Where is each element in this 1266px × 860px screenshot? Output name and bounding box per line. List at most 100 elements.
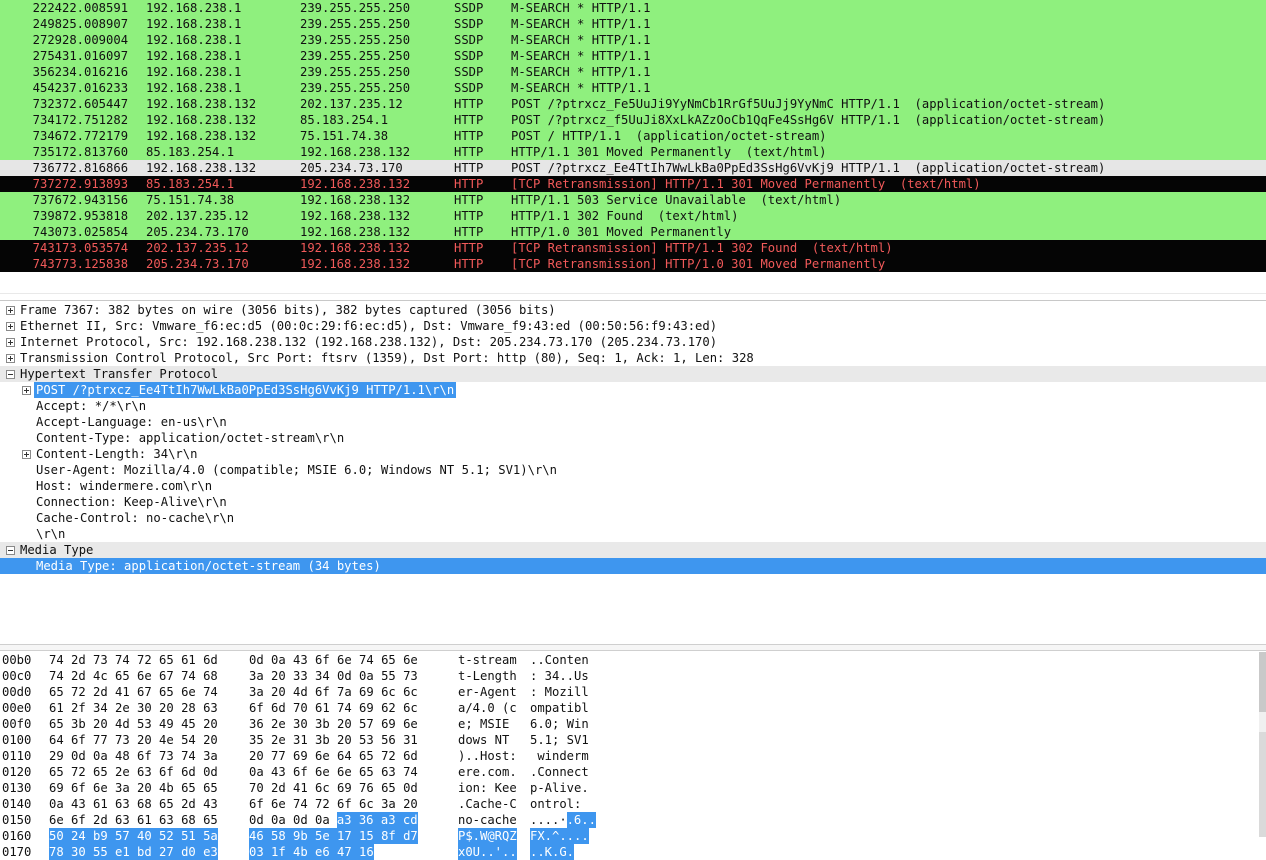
hex-bytes-first-half[interactable]: 0a 43 61 63 68 65 2d 43	[49, 796, 218, 812]
detail-tree-item[interactable]: Cache-Control: no-cache\r\n	[0, 510, 1266, 526]
pane-splitter-bottom[interactable]	[0, 644, 1266, 652]
detail-tree-item[interactable]: Frame 7367: 382 bytes on wire (3056 bits…	[0, 302, 1266, 318]
hex-bytes-second-half[interactable]: 3a 20 33 34 0d 0a 55 73	[249, 668, 418, 684]
ascii-first-half[interactable]: x0U..'..	[458, 844, 517, 860]
ascii-first-half[interactable]: P$.W@RQZ	[458, 828, 517, 844]
packet-row[interactable]: 7430 73.025854 205.234.73.170 192.168.238.1…	[0, 224, 1266, 240]
collapse-icon[interactable]	[6, 370, 15, 379]
hex-bytes-first-half[interactable]: 64 6f 77 73 20 4e 54 20	[49, 732, 218, 748]
collapse-icon[interactable]	[6, 546, 15, 555]
ascii-second-half[interactable]: ontrol:	[530, 796, 589, 812]
hex-bytes-second-half[interactable]: 20 77 69 6e 64 65 72 6d	[249, 748, 418, 764]
ascii-second-half[interactable]: ompatibl	[530, 700, 589, 716]
packet-row[interactable]: 7431 73.053574 202.137.235.12 192.168.238.1…	[0, 240, 1266, 256]
detail-tree-item[interactable]: Internet Protocol, Src: 192.168.238.132 …	[0, 334, 1266, 350]
packet-row[interactable]: 7341 72.751282 192.168.238.132 85.183.254.1…	[0, 112, 1266, 128]
hex-bytes-first-half[interactable]: 69 6f 6e 3a 20 4b 65 65	[49, 780, 218, 796]
hex-bytes-first-half[interactable]: 65 3b 20 4d 53 49 45 20	[49, 716, 218, 732]
packet-details-pane[interactable]: Frame 7367: 382 bytes on wire (3056 bits…	[0, 300, 1266, 645]
ascii-first-half[interactable]: no-cache	[458, 812, 517, 828]
hex-bytes-first-half[interactable]: 50 24 b9 57 40 52 51 5a	[49, 828, 218, 844]
hex-bytes-first-half[interactable]: 65 72 2d 41 67 65 6e 74	[49, 684, 218, 700]
detail-tree-item[interactable]: \r\n	[0, 526, 1266, 542]
ascii-first-half[interactable]: ere.com.	[458, 764, 517, 780]
hex-bytes-second-half[interactable]: 6f 6d 70 61 74 69 62 6c	[249, 700, 418, 716]
detail-tree-item[interactable]: Media Type: application/octet-stream (34…	[0, 558, 1266, 574]
expand-icon[interactable]	[22, 386, 31, 395]
detail-tree-item[interactable]: Content-Length: 34\r\n	[0, 446, 1266, 462]
ascii-first-half[interactable]: e; MSIE	[458, 716, 517, 732]
packet-row[interactable]: 7376 72.943156 75.151.74.38 192.168.238.132…	[0, 192, 1266, 208]
hex-scrollbar-thumb[interactable]	[1259, 652, 1266, 712]
ascii-second-half[interactable]: FX.^....	[530, 828, 589, 844]
packet-row[interactable]: 7346 72.772179 192.168.238.132 75.151.74.38…	[0, 128, 1266, 144]
ascii-first-half[interactable]: er-Agent	[458, 684, 517, 700]
ascii-second-half[interactable]: p-Alive.	[530, 780, 589, 796]
detail-tree-item[interactable]: Hypertext Transfer Protocol	[0, 366, 1266, 382]
hex-bytes-first-half[interactable]: 74 2d 73 74 72 65 61 6d	[49, 652, 218, 668]
packet-list[interactable]: 2224 22.008591 192.168.238.1 239.255.255.25…	[0, 0, 1266, 272]
packet-row[interactable]: 7437 73.125838 205.234.73.170 192.168.238.1…	[0, 256, 1266, 272]
ascii-second-half[interactable]: ..K.G.	[530, 844, 575, 860]
hex-bytes-second-half[interactable]: 70 2d 41 6c 69 76 65 0d	[249, 780, 418, 796]
expand-icon[interactable]	[6, 322, 15, 331]
packet-row[interactable]: 7367 72.816866 192.168.238.132 205.234.73.1…	[0, 160, 1266, 176]
expand-icon[interactable]	[6, 306, 15, 315]
hex-bytes-second-half[interactable]: 0d 0a 0d 0a	[249, 812, 337, 828]
hex-bytes-second-half[interactable]: 03 1f 4b e6 47 16	[249, 844, 374, 860]
detail-tree-item[interactable]: Accept: */*\r\n	[0, 398, 1266, 414]
ascii-second-half[interactable]: : Mozill	[530, 684, 589, 700]
hex-scrollbar[interactable]	[1259, 652, 1266, 837]
hex-bytes-second-half[interactable]: 6f 6e 74 72 6f 6c 3a 20	[249, 796, 418, 812]
ascii-first-half[interactable]: dows NT	[458, 732, 517, 748]
ascii-second-half[interactable]: ....·	[530, 812, 567, 828]
detail-tree-item[interactable]: Content-Type: application/octet-stream\r…	[0, 430, 1266, 446]
expand-icon[interactable]	[22, 450, 31, 459]
packet-row[interactable]: 7351 72.813760 85.183.254.1 192.168.238.132…	[0, 144, 1266, 160]
detail-tree-item[interactable]: POST /?ptrxcz_Ee4TtIh7WwLkBa0PpEd3SsHg6V…	[0, 382, 1266, 398]
hex-bytes-second-half[interactable]: 3a 20 4d 6f 7a 69 6c 6c	[249, 684, 418, 700]
hex-bytes-second-half[interactable]: 46 58 9b 5e 17 15 8f d7	[249, 828, 418, 844]
packet-bytes-pane[interactable]: 00b0 74 2d 73 74 72 65 61 6d 0d 0a 43 6f 6…	[0, 652, 1266, 860]
ascii-first-half[interactable]: a/4.0 (c	[458, 700, 517, 716]
ascii-first-half[interactable]: .Cache-C	[458, 796, 517, 812]
detail-tree-item[interactable]: Transmission Control Protocol, Src Port:…	[0, 350, 1266, 366]
hex-bytes-first-half[interactable]: 29 0d 0a 48 6f 73 74 3a	[49, 748, 218, 764]
ascii-second-half[interactable]: : 34..Us	[530, 668, 589, 684]
hex-bytes-second-half[interactable]: 0d 0a 43 6f 6e 74 65 6e	[249, 652, 418, 668]
ascii-second-half[interactable]: .Connect	[530, 764, 589, 780]
ascii-second-half[interactable]: 6.0; Win	[530, 716, 589, 732]
ascii-selected[interactable]: .6..	[566, 812, 596, 828]
detail-tree-item[interactable]: Host: windermere.com\r\n	[0, 478, 1266, 494]
expand-icon[interactable]	[6, 354, 15, 363]
ascii-second-half[interactable]: 5.1; SV1	[530, 732, 589, 748]
detail-tree-item[interactable]: User-Agent: Mozilla/4.0 (compatible; MSI…	[0, 462, 1266, 478]
hex-bytes-first-half[interactable]: 65 72 65 2e 63 6f 6d 0d	[49, 764, 218, 780]
hex-bytes-selected[interactable]: a3 36 a3 cd	[336, 812, 418, 828]
ascii-first-half[interactable]: t-stream	[458, 652, 517, 668]
packet-row[interactable]: 2498 25.008907 192.168.238.1 239.255.255.25…	[0, 16, 1266, 32]
ascii-second-half[interactable]: winderm	[530, 748, 588, 764]
ascii-second-half[interactable]: ..Conten	[530, 652, 589, 668]
ascii-first-half[interactable]: ion: Kee	[458, 780, 517, 796]
packet-row[interactable]: 2224 22.008591 192.168.238.1 239.255.255.25…	[0, 0, 1266, 16]
detail-tree-item[interactable]: Ethernet II, Src: Vmware_f6:ec:d5 (00:0c…	[0, 318, 1266, 334]
hex-bytes-first-half[interactable]: 6e 6f 2d 63 61 63 68 65	[49, 812, 218, 828]
hex-bytes-first-half[interactable]: 74 2d 4c 65 6e 67 74 68	[49, 668, 218, 684]
expand-icon[interactable]	[6, 338, 15, 347]
packet-row[interactable]: 2729 28.009004 192.168.238.1 239.255.255.25…	[0, 32, 1266, 48]
hex-bytes-first-half[interactable]: 61 2f 34 2e 30 20 28 63	[49, 700, 218, 716]
packet-row[interactable]: 7398 72.953818 202.137.235.12 192.168.238.1…	[0, 208, 1266, 224]
detail-tree-item[interactable]: Connection: Keep-Alive\r\n	[0, 494, 1266, 510]
hex-bytes-second-half[interactable]: 35 2e 31 3b 20 53 56 31	[249, 732, 418, 748]
detail-tree-item[interactable]: Accept-Language: en-us\r\n	[0, 414, 1266, 430]
packet-row[interactable]: 7372 72.913893 85.183.254.1 192.168.238.132…	[0, 176, 1266, 192]
pane-splitter-top[interactable]	[0, 272, 1266, 296]
hex-bytes-first-half[interactable]: 78 30 55 e1 bd 27 d0 e3	[49, 844, 218, 860]
packet-row[interactable]: 7323 72.605447 192.168.238.132 202.137.235.…	[0, 96, 1266, 112]
hex-bytes-second-half[interactable]: 36 2e 30 3b 20 57 69 6e	[249, 716, 418, 732]
ascii-first-half[interactable]: )..Host:	[458, 748, 517, 764]
packet-row[interactable]: 3562 34.016216 192.168.238.1 239.255.255.25…	[0, 64, 1266, 80]
ascii-first-half[interactable]: t-Length	[458, 668, 517, 684]
detail-tree-item[interactable]: Media Type	[0, 542, 1266, 558]
